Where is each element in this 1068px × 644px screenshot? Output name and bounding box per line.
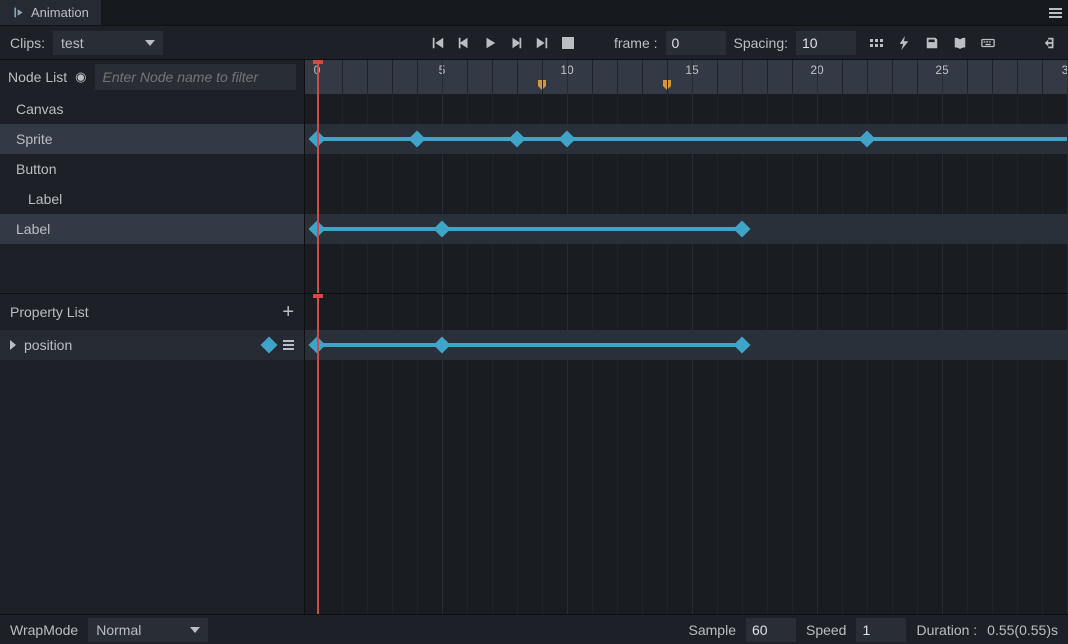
panel-menu-button[interactable]: [1042, 0, 1068, 25]
track-segment: [317, 343, 742, 347]
ruler-tick: 25: [935, 63, 948, 77]
add-property-button[interactable]: +: [282, 301, 294, 324]
exit-icon: [1043, 36, 1057, 50]
ruler-tick: 5: [439, 63, 446, 77]
stop-icon: [562, 37, 574, 49]
node-row-label: Sprite: [16, 131, 53, 147]
duration-label: Duration :: [916, 622, 977, 638]
grid-snap-button[interactable]: [864, 31, 888, 55]
docs-button[interactable]: [948, 31, 972, 55]
event-button[interactable]: [892, 31, 916, 55]
stop-button[interactable]: [558, 31, 578, 55]
chevron-down-icon: [190, 627, 200, 633]
play-button[interactable]: [480, 31, 500, 55]
spacing-input[interactable]: [796, 31, 856, 55]
keyframe[interactable]: [434, 221, 451, 238]
speed-label: Speed: [806, 622, 846, 638]
speed-input[interactable]: [856, 618, 906, 642]
node-row-label: Label: [16, 221, 50, 237]
frame-label: frame :: [614, 35, 658, 51]
lightning-icon: [897, 36, 911, 50]
ruler-tick: 20: [810, 63, 823, 77]
track-row[interactable]: [305, 330, 1068, 360]
hamburger-icon: [1049, 8, 1062, 18]
node-row[interactable]: Label: [0, 214, 304, 244]
clip-select[interactable]: test: [53, 31, 163, 55]
sample-input[interactable]: [746, 618, 796, 642]
playhead[interactable]: [317, 60, 319, 293]
node-row[interactable]: Button: [0, 154, 304, 184]
ruler-tick: 3: [1062, 63, 1068, 77]
playhead-lower[interactable]: [317, 294, 319, 614]
next-frame-button[interactable]: [506, 31, 526, 55]
spacing-label: Spacing:: [734, 35, 788, 51]
keyframe[interactable]: [734, 337, 751, 354]
keyframe[interactable]: [734, 221, 751, 238]
keyboard-icon: [981, 36, 995, 50]
keyframe[interactable]: [859, 131, 876, 148]
track-segment: [317, 137, 1067, 141]
wrapmode-select[interactable]: Normal: [88, 618, 208, 642]
chevron-down-icon: [145, 40, 155, 46]
node-row[interactable]: Label: [0, 184, 304, 214]
track-segment: [317, 227, 742, 231]
duration-value: 0.55(0.55)s: [987, 622, 1058, 638]
keyframe[interactable]: [409, 131, 426, 148]
keyboard-button[interactable]: [976, 31, 1000, 55]
proplist-title: Property List: [10, 304, 89, 320]
node-row-label: Button: [16, 161, 56, 177]
sample-label: Sample: [689, 622, 736, 638]
track-row[interactable]: [305, 94, 1068, 124]
event-marker[interactable]: [538, 80, 546, 90]
clip-select-value: test: [61, 35, 84, 51]
goto-end-button[interactable]: [532, 31, 552, 55]
wrapmode-label: WrapMode: [10, 622, 78, 638]
animation-icon: [12, 6, 25, 19]
node-row-label: Canvas: [16, 101, 63, 117]
book-icon: [953, 36, 967, 50]
track-row[interactable]: [305, 154, 1068, 184]
save-icon: [925, 36, 939, 50]
keyframe[interactable]: [509, 131, 526, 148]
node-row-label: Label: [28, 191, 62, 207]
clips-label: Clips:: [10, 35, 45, 51]
node-filter-input[interactable]: [95, 64, 297, 90]
nodelist-title: Node List: [8, 69, 67, 85]
save-button[interactable]: [920, 31, 944, 55]
timeline-ruler[interactable]: 05101520253: [305, 60, 1068, 94]
goto-start-button[interactable]: [428, 31, 448, 55]
node-row[interactable]: Sprite: [0, 124, 304, 154]
visibility-icon[interactable]: ◉: [75, 69, 86, 85]
property-menu-icon[interactable]: [283, 340, 294, 350]
expand-icon[interactable]: [10, 340, 16, 350]
exit-button[interactable]: [1038, 31, 1062, 55]
ruler-tick: 15: [685, 63, 698, 77]
wrapmode-value: Normal: [96, 622, 141, 638]
frame-input[interactable]: [666, 31, 726, 55]
grid-icon: [870, 39, 883, 47]
event-marker[interactable]: [663, 80, 671, 90]
track-row[interactable]: [305, 124, 1068, 154]
track-row[interactable]: [305, 184, 1068, 214]
property-label: position: [24, 337, 255, 353]
keyframe[interactable]: [559, 131, 576, 148]
add-keyframe-button[interactable]: [261, 337, 278, 354]
node-row[interactable]: Canvas: [0, 94, 304, 124]
keyframe[interactable]: [434, 337, 451, 354]
ruler-tick: 10: [560, 63, 573, 77]
property-row[interactable]: position: [0, 330, 304, 360]
track-row[interactable]: [305, 214, 1068, 244]
tab-label: Animation: [31, 5, 89, 20]
tab-animation[interactable]: Animation: [0, 0, 101, 25]
prev-frame-button[interactable]: [454, 31, 474, 55]
